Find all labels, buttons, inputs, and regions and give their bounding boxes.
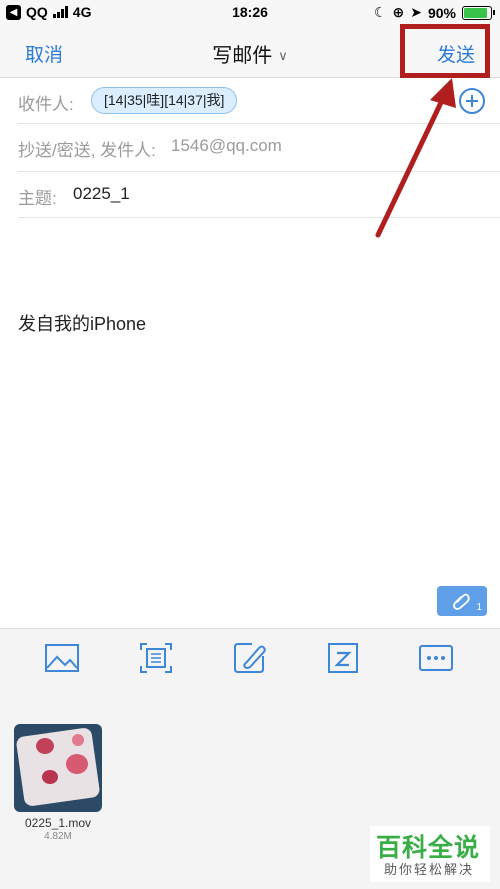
recipient-chip[interactable]: [14|35|哇][14|37|我] (91, 87, 238, 114)
subject-label: 主题: (18, 189, 57, 208)
image-icon[interactable] (44, 641, 80, 675)
attachment-file-name: 0225_1.mov (24, 816, 92, 830)
attachment-thumbnail[interactable] (14, 724, 102, 812)
paperclip-icon (453, 593, 470, 610)
scan-icon[interactable] (138, 641, 174, 675)
compose-title-text: 写邮件 (212, 45, 273, 67)
status-right: ☾ ⊕ ➤ 90% (373, 4, 495, 21)
attachment-count: 1 (476, 602, 482, 613)
zip-icon[interactable] (326, 641, 362, 675)
status-bar: ◀ QQ 4G 18:26 ☾ ⊕ ➤ 90% (0, 0, 500, 26)
mail-body-signature[interactable]: 发自我的iPhone (18, 310, 146, 336)
attachment-count-button[interactable]: 1 (437, 586, 487, 616)
chevron-down-icon: ∨ (278, 48, 288, 63)
sender-address: 1546@qq.com (171, 136, 282, 155)
watermark-sub-text: 助你轻松解决 (384, 862, 475, 877)
rotation-lock-icon: ⊕ (392, 4, 405, 20)
more-icon[interactable] (418, 641, 454, 675)
battery-percent: 90% (427, 4, 456, 21)
moon-icon: ☾ (373, 4, 387, 20)
cc-label: 抄送/密送, 发件人: (18, 141, 156, 160)
annotation-arrow (375, 78, 456, 238)
battery-icon (462, 5, 495, 20)
edit-icon[interactable] (232, 641, 268, 675)
compose-toolbar (0, 628, 500, 688)
subject-input[interactable]: 0225_1 (73, 184, 130, 204)
recipient-label: 收件人: (18, 95, 74, 114)
attachment-file-size: 4.82M (44, 831, 72, 842)
location-icon: ➤ (410, 4, 422, 20)
watermark-logo: 百科全说 助你轻松解决 (370, 826, 490, 882)
